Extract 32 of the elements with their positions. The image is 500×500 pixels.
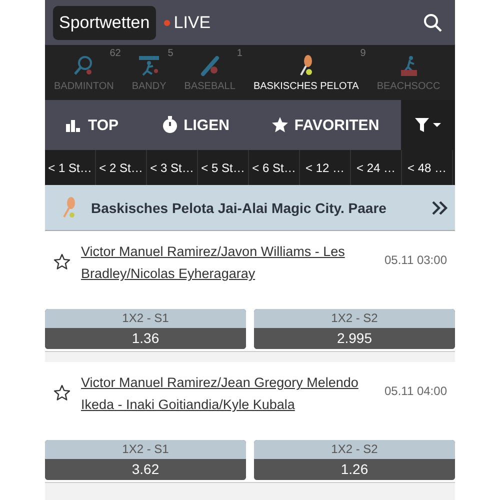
odds-button[interactable]: 1X2 - S2 2.995 [254,309,455,349]
live-tab[interactable]: LIVE [174,12,211,32]
star-icon[interactable] [53,253,71,271]
league-title: Baskisches Pelota Jai-Alai Magic City. Paare [91,200,388,216]
match-time: 05.11 04:00 [384,384,447,398]
live-dot [164,20,170,26]
match-link[interactable]: Victor Manuel Ramirez/Jean Gregory Melendo Ikeda - Inaki Goitiandia/Kyle Kubala [81,372,384,416]
filter-button[interactable] [401,100,455,150]
nav-tab[interactable]: LIGEN [140,116,230,134]
event-count: 1 [236,48,242,59]
event-count: 62 [110,48,121,59]
nav-tab[interactable]: FAVORITEN [251,116,380,134]
odds-button[interactable]: 1X2 - S2 1.26 [254,440,455,480]
event-count: 5 [168,48,174,59]
nav-tab[interactable]: TOP [45,116,119,134]
match-time: 05.11 03:00 [384,253,447,267]
double-chevron-icon[interactable] [431,200,449,216]
sport-tab[interactable]: BADMINTON 62 [45,45,123,100]
event-count: 9 [360,48,366,59]
odds-button[interactable]: 1X2 - S1 3.62 [45,440,246,480]
search-icon[interactable] [423,12,443,32]
star-icon[interactable] [53,384,71,402]
stopwatch-icon [160,116,179,134]
filter-icon [414,117,442,133]
player-icon [137,54,162,78]
sportwetten-tab[interactable]: Sportwetten [53,6,156,40]
star-icon [271,116,290,134]
sport-tab[interactable]: BANDY 5 [122,45,176,100]
match-link[interactable]: Victor Manuel Ramirez/Javon Williams - Les Bradley/Nicolas Eyheragaray [81,241,384,285]
sport-tab[interactable]: BASKISCHES PELOTA 9 [244,45,368,100]
odds-button[interactable]: 1X2 - S1 1.36 [45,309,246,349]
sport-tab[interactable]: BASEBALL 1 [175,45,244,100]
